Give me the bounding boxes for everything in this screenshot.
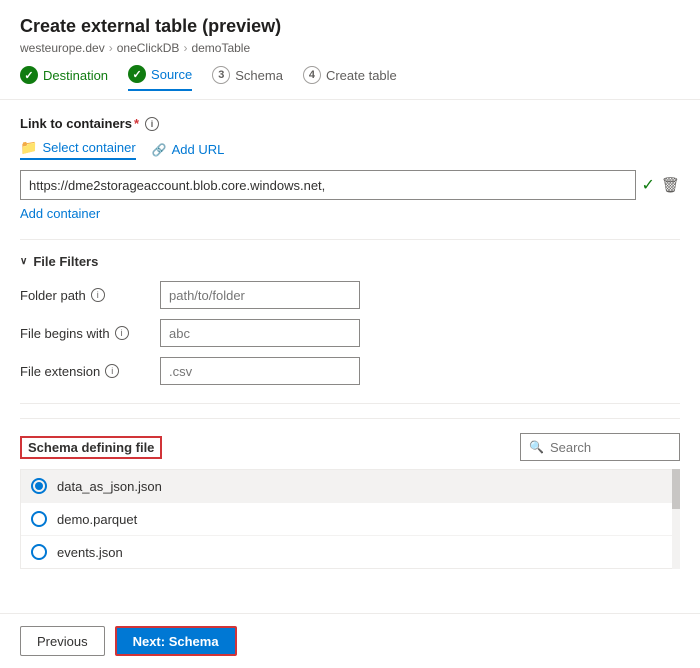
select-container-tab[interactable]: 📁 Select container (20, 139, 136, 160)
search-icon: 🔍 (529, 440, 544, 454)
schema-section: Schema defining file 🔍 data_as_json.json (20, 418, 680, 569)
step-create-table-icon: 4 (303, 66, 321, 84)
breadcrumb-sep-1: › (109, 41, 113, 55)
file-name-1: data_as_json.json (57, 479, 162, 494)
container-valid-icon: ✓ (642, 175, 655, 195)
breadcrumb: westeurope.dev › oneClickDB › demoTable (20, 41, 680, 55)
main-content: Link to containers * i 📁 Select containe… (0, 100, 700, 613)
container-delete-icon[interactable]: 🗑 (661, 176, 680, 194)
container-tab-row: 📁 Select container 🔗 Add URL (20, 139, 680, 160)
scroll-thumb[interactable] (672, 469, 680, 509)
list-item[interactable]: demo.parquet (21, 503, 679, 536)
link-to-containers-section: Link to containers * i 📁 Select containe… (20, 116, 680, 221)
step-create-table[interactable]: 4 Create table (303, 66, 397, 90)
file-begins-with-input[interactable] (160, 319, 360, 347)
step-source[interactable]: ✓ Source (128, 65, 192, 91)
add-url-tab[interactable]: 🔗 Add URL (152, 139, 225, 160)
link-containers-info-icon[interactable]: i (145, 117, 159, 131)
breadcrumb-part-2: oneClickDB (117, 41, 180, 55)
step-schema-icon: 3 (212, 66, 230, 84)
folder-path-input[interactable] (160, 281, 360, 309)
list-item[interactable]: events.json (21, 536, 679, 568)
file-name-3: events.json (57, 545, 123, 560)
folder-path-row: Folder path i (20, 281, 680, 309)
step-source-label: Source (151, 67, 192, 82)
container-input-row: ✓ 🗑 (20, 170, 680, 200)
file-list-container: data_as_json.json demo.parquet events.js… (20, 469, 680, 569)
file-filters-toggle[interactable]: ∨ File Filters (20, 254, 680, 269)
schema-search-box[interactable]: 🔍 (520, 433, 680, 461)
breadcrumb-part-1: westeurope.dev (20, 41, 105, 55)
file-name-2: demo.parquet (57, 512, 137, 527)
chevron-down-icon: ∨ (20, 256, 27, 267)
file-filters-section: ∨ File Filters Folder path i File begins… (20, 254, 680, 385)
page-header: Create external table (preview) westeuro… (0, 0, 700, 100)
add-url-icon: 🔗 (152, 143, 167, 157)
schema-header: Schema defining file 🔍 (20, 433, 680, 461)
file-radio-2[interactable] (31, 511, 47, 527)
folder-path-label: Folder path i (20, 288, 160, 303)
file-extension-label: File extension i (20, 364, 160, 379)
step-schema[interactable]: 3 Schema (212, 66, 283, 90)
footer: Previous Next: Schema (0, 613, 700, 668)
step-destination-label: Destination (43, 68, 108, 83)
file-extension-input[interactable] (160, 357, 360, 385)
step-schema-label: Schema (235, 68, 283, 83)
select-container-icon: 📁 (20, 139, 37, 156)
page-title: Create external table (preview) (20, 16, 680, 37)
link-to-containers-label: Link to containers * i (20, 116, 680, 131)
wizard-steps: ✓ Destination ✓ Source 3 Schema 4 Create… (20, 65, 680, 91)
file-extension-row: File extension i (20, 357, 680, 385)
scrollbar[interactable] (672, 469, 680, 569)
step-source-icon: ✓ (128, 65, 146, 83)
file-begins-with-label: File begins with i (20, 326, 160, 341)
file-extension-info-icon[interactable]: i (105, 364, 119, 378)
schema-search-input[interactable] (550, 440, 670, 455)
add-container-link[interactable]: Add container (20, 206, 100, 221)
required-star: * (134, 116, 139, 131)
previous-button[interactable]: Previous (20, 626, 105, 656)
container-url-input[interactable] (20, 170, 636, 200)
step-destination[interactable]: ✓ Destination (20, 66, 108, 90)
file-radio-1[interactable] (31, 478, 47, 494)
step-create-table-label: Create table (326, 68, 397, 83)
folder-path-info-icon[interactable]: i (91, 288, 105, 302)
file-begins-info-icon[interactable]: i (115, 326, 129, 340)
file-radio-3[interactable] (31, 544, 47, 560)
section-divider-1 (20, 239, 680, 240)
breadcrumb-sep-2: › (183, 41, 187, 55)
step-destination-icon: ✓ (20, 66, 38, 84)
file-begins-with-row: File begins with i (20, 319, 680, 347)
next-button[interactable]: Next: Schema (115, 626, 237, 656)
section-divider-2 (20, 403, 680, 404)
file-list: data_as_json.json demo.parquet events.js… (20, 469, 680, 569)
schema-defining-file-label: Schema defining file (20, 436, 162, 459)
breadcrumb-part-3: demoTable (191, 41, 250, 55)
list-item[interactable]: data_as_json.json (21, 470, 679, 503)
